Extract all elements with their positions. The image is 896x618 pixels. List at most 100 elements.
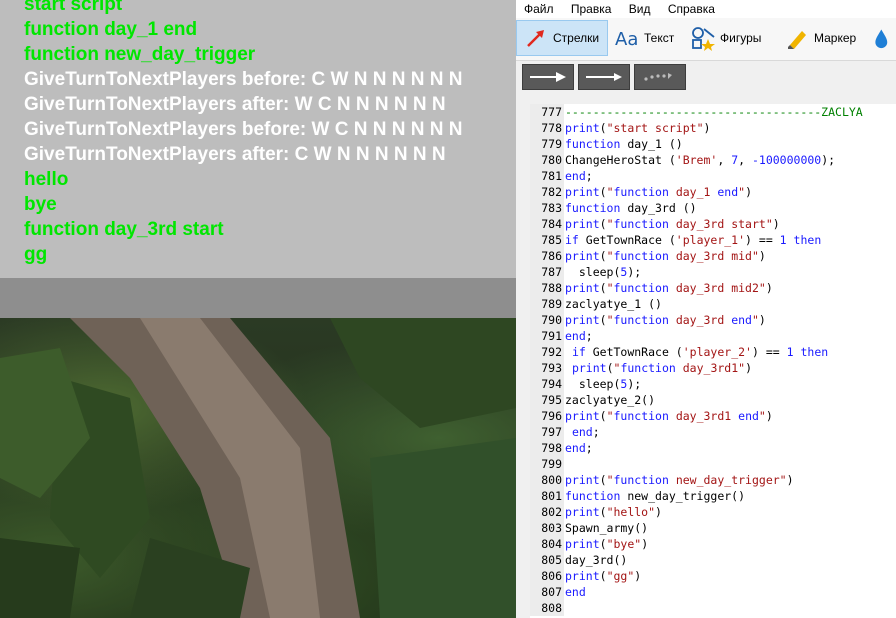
line-number: 794: [530, 376, 564, 392]
code-line: 784 print("function day_3rd start"): [530, 216, 896, 232]
code-text: function day_1 (): [565, 137, 683, 151]
line-number: 802: [530, 504, 564, 520]
menu-edit[interactable]: Правка: [571, 0, 612, 18]
line-number: 782: [530, 184, 564, 200]
code-line: 802 print("hello"): [530, 504, 896, 520]
menu-bar: Файл Правка Вид Справка: [516, 0, 896, 18]
line-number: 804: [530, 536, 564, 552]
drop-tool-icon: [875, 29, 888, 49]
game-view: start script function day_1 end function n…: [0, 0, 516, 618]
shapes-tool-button[interactable]: Фигуры: [690, 20, 761, 56]
line-number: 787: [530, 264, 564, 280]
code-text: zaclyatye_1 (): [565, 297, 662, 311]
line-number: 790: [530, 312, 564, 328]
console-log: start script function day_1 end function n…: [24, 0, 462, 267]
code-line: 781 end;: [530, 168, 896, 184]
code-text: print("function day_3rd start"): [565, 217, 780, 231]
code-text: print("start script"): [565, 121, 711, 135]
line-number: 808: [530, 600, 564, 616]
code-line: 806 print("gg"): [530, 568, 896, 584]
code-text: Spawn_army(): [565, 521, 649, 535]
console-log-line: function day_1 end: [24, 19, 198, 40]
code-line: 777 -------------------------------------…: [530, 104, 896, 120]
code-text: end: [565, 585, 586, 599]
code-line: 787 sleep(5);: [530, 264, 896, 280]
code-line: 804 print("bye"): [530, 536, 896, 552]
code-lines: 777 -------------------------------------…: [530, 104, 896, 616]
code-line: 798 end;: [530, 440, 896, 456]
line-number: 780: [530, 152, 564, 168]
line-number: 785: [530, 232, 564, 248]
text-tool-label: Текст: [644, 31, 675, 45]
arrow-style-bar: [516, 61, 896, 93]
arrows-tool-button[interactable]: Стрелки: [516, 20, 608, 56]
line-number: 778: [530, 120, 564, 136]
code-line: 790 print("function day_3rd end"): [530, 312, 896, 328]
line-number: 779: [530, 136, 564, 152]
code-line: 794 sleep(5);: [530, 376, 896, 392]
shapes-tool-icon: [692, 27, 715, 51]
code-line: 780 ChangeHeroStat ('Brem', 7, -100000000…: [530, 152, 896, 168]
console-log-line: GiveTurnToNextPlayers after: C W N N N N…: [24, 144, 446, 165]
code-line: 793 print("function day_3rd1"): [530, 360, 896, 376]
arrows-tool-label: Стрелки: [553, 31, 600, 45]
code-text: sleep(5);: [565, 377, 642, 391]
marker-tool-icon: [788, 31, 806, 49]
code-editor[interactable]: 777 -------------------------------------…: [530, 104, 896, 618]
code-line: 786 print("function day_3rd mid"): [530, 248, 896, 264]
code-line: 789 zaclyatye_1 (): [530, 296, 896, 312]
code-text: print("gg"): [565, 569, 642, 583]
arrow-dotted-icon: [644, 73, 672, 81]
editor-left-strip: [516, 94, 530, 618]
code-text: if GetTownRace ('player_1') == 1 then: [565, 233, 822, 247]
code-line: 796 print("function day_3rd1 end"): [530, 408, 896, 424]
menu-help[interactable]: Справка: [668, 0, 715, 18]
code-line: 791 end;: [530, 328, 896, 344]
tree-trunk-image: [0, 318, 516, 618]
line-number: 798: [530, 440, 564, 456]
code-text: print("function new_day_trigger"): [565, 473, 794, 487]
code-line: 792 if GetTownRace ('player_2') == 1 the…: [530, 344, 896, 360]
code-text: day_3rd(): [565, 553, 628, 567]
code-line: 783 function day_3rd (): [530, 200, 896, 216]
text-tool-button[interactable]: Aa Текст: [614, 20, 674, 56]
code-text: ChangeHeroStat ('Brem', 7, -100000000);: [565, 153, 836, 167]
line-number: 801: [530, 488, 564, 504]
arrow-style-thin[interactable]: [578, 64, 630, 90]
menu-view[interactable]: Вид: [629, 0, 651, 18]
code-text: print("function day_3rd1 end"): [565, 409, 773, 423]
code-line: 799: [530, 456, 896, 472]
code-line: 795 zaclyatye_2(): [530, 392, 896, 408]
text-tool-icon: Aa: [615, 29, 638, 50]
code-text: print("function day_3rd mid"): [565, 249, 766, 263]
code-line: 782 print("function day_1 end"): [530, 184, 896, 200]
code-line: 808: [530, 600, 896, 616]
console-log-line: function new_day_trigger: [24, 44, 256, 65]
line-number: 805: [530, 552, 564, 568]
line-number: 781: [530, 168, 564, 184]
line-number: 784: [530, 216, 564, 232]
menu-file[interactable]: Файл: [524, 0, 554, 18]
marker-tool-button[interactable]: Маркер: [784, 20, 856, 56]
code-text: print("function day_1 end"): [565, 185, 753, 199]
console-log-line: function day_3rd start: [24, 219, 224, 240]
line-number: 789: [530, 296, 564, 312]
arrow-thin-icon: [586, 73, 622, 81]
code-text: print("function day_3rd1"): [571, 361, 753, 375]
line-number: 795: [530, 392, 564, 408]
code-line: 788 print("function day_3rd mid2"): [530, 280, 896, 296]
console-log-line: start script: [24, 0, 123, 15]
line-number: 777: [530, 104, 564, 120]
console-log-line: bye: [24, 194, 57, 215]
code-text: if GetTownRace ('player_2') == 1 then: [571, 345, 829, 359]
arrow-style-dotted[interactable]: [634, 64, 686, 90]
code-text: zaclyatye_2(): [565, 393, 656, 407]
line-number: 786: [530, 248, 564, 264]
code-line: 801 function new_day_trigger(): [530, 488, 896, 504]
line-number: 799: [530, 456, 564, 472]
line-number: 796: [530, 408, 564, 424]
arrow-style-solid[interactable]: [522, 64, 574, 90]
code-line: 779 function day_1 (): [530, 136, 896, 152]
line-number: 807: [530, 584, 564, 600]
drop-tool-button[interactable]: [872, 20, 896, 56]
